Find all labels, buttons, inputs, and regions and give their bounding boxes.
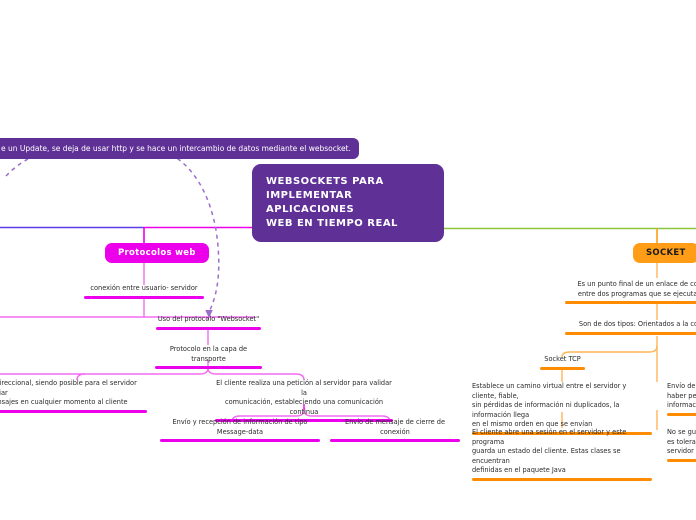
leaf-peticion-validar-line2: comunicación, estableciendo una comunica… xyxy=(224,398,384,416)
leaf-underline xyxy=(155,366,262,370)
leaf-uso-protocolo-websocket-text: Uso del protocolo "Websocket" xyxy=(157,315,260,323)
leaf-cierre-conexion[interactable]: Envío de mensaje de cierre de conexión xyxy=(330,418,460,446)
leaf-uso-protocolo-websocket[interactable]: Uso del protocolo "Websocket" xyxy=(156,315,261,334)
leaf-conexion-usuario-servidor-text: conexión entre usuario- servidor xyxy=(90,284,198,292)
leaf-underline xyxy=(667,412,696,416)
leaf-no-guarda-estado-line3: servidor uti xyxy=(667,447,696,456)
leaf-punto-final-enlace[interactable]: Es un punto final de un enlace de comuni… xyxy=(565,280,696,308)
branch-socket-label: SOCKET xyxy=(646,248,686,258)
leaf-socket-tcp[interactable]: Socket TCP xyxy=(540,355,585,374)
leaf-envio-recepcion-message-data[interactable]: Envío y recepción de información de tipo… xyxy=(160,418,320,446)
root-label-line2: IMPLEMENTAR APLICACIONES xyxy=(266,190,355,215)
leaf-protocolo-capa-transporte[interactable]: Protocolo en la capa de transporte xyxy=(155,345,262,373)
leaf-no-guarda-estado-line2: es toleranb xyxy=(667,437,696,446)
leaf-no-guarda-estado[interactable]: No se guar es toleranb servidor uti xyxy=(667,428,696,466)
root-label-line3: WEB EN TIEMPO REAL xyxy=(266,218,398,229)
leaf-camino-virtual-line1: Establece un camino virtual entre el ser… xyxy=(472,382,627,400)
leaf-underline xyxy=(540,366,585,370)
leaf-bidireccional-line2: mensajes en cualquier momento al cliente xyxy=(0,398,128,407)
mindmap-canvas: WEBSOCKETS PARA IMPLEMENTAR APLICACIONES… xyxy=(0,0,696,520)
callout-note-text: e un Update, se deja de usar http y se h… xyxy=(1,144,351,153)
leaf-underline xyxy=(156,326,261,330)
leaf-dos-tipos-text: Son de dos tipos: Orientados a la conexi… xyxy=(578,320,696,328)
leaf-sesion-estado-cliente-line3: definidas en el paquete Java xyxy=(472,466,566,475)
leaf-sesion-estado-cliente-line1: El cliente abre una sesión en el servido… xyxy=(472,428,627,446)
branch-socket[interactable]: SOCKET xyxy=(633,243,696,263)
leaf-cierre-conexion-text: Envío de mensaje de cierre de conexión xyxy=(344,418,446,436)
callout-note[interactable]: e un Update, se deja de usar http y se h… xyxy=(0,138,359,159)
leaf-envio-datagramas[interactable]: Envío de D haber perd informació xyxy=(667,382,696,420)
leaf-sesion-estado-cliente-line2: guarda un estado del cliente. Estas clas… xyxy=(472,447,621,465)
leaf-underline xyxy=(0,409,147,413)
leaf-envio-datagramas-line3: informació xyxy=(667,401,696,410)
leaf-socket-tcp-text: Socket TCP xyxy=(544,355,581,363)
leaf-protocolo-capa-transporte-text: Protocolo en la capa de transporte xyxy=(169,345,248,363)
leaf-sesion-estado-cliente[interactable]: El cliente abre una sesión en el servido… xyxy=(472,428,652,485)
leaf-peticion-validar-line1: El cliente realiza una petición al servi… xyxy=(216,379,392,397)
leaf-no-guarda-estado-line1: No se guar xyxy=(667,428,696,436)
leaf-underline xyxy=(565,301,696,305)
branch-protocolos-web-label: Protocolos web xyxy=(118,248,196,258)
leaf-underline xyxy=(84,295,204,299)
leaf-conexion-usuario-servidor[interactable]: conexión entre usuario- servidor xyxy=(84,284,204,303)
leaf-envio-recepcion-message-data-text: Envío y recepción de información de tipo… xyxy=(172,418,308,436)
branch-protocolos-web[interactable]: Protocolos web xyxy=(105,243,209,263)
leaf-underline xyxy=(160,439,320,443)
leaf-underline xyxy=(565,331,696,335)
root-label-line1: WEBSOCKETS PARA xyxy=(266,176,384,187)
leaf-punto-final-enlace-line2: entre dos programas que se ejecutan a tr… xyxy=(577,289,696,298)
leaf-underline xyxy=(667,458,696,462)
leaf-camino-virtual-line2: sin pérdidas de información ni duplicado… xyxy=(472,401,620,419)
leaf-envio-datagramas-line2: haber perd xyxy=(667,391,696,400)
leaf-underline xyxy=(472,477,652,481)
leaf-underline xyxy=(330,439,460,443)
leaf-dos-tipos[interactable]: Son de dos tipos: Orientados a la conexi… xyxy=(565,320,696,339)
leaf-punto-final-enlace-line1: Es un punto final de un enlace de comuni… xyxy=(577,280,696,288)
leaf-bidireccional[interactable]: bi-direccional, siendo posible para el s… xyxy=(0,379,147,417)
leaf-bidireccional-line1: bi-direccional, siendo posible para el s… xyxy=(0,379,137,397)
root-node[interactable]: WEBSOCKETS PARA IMPLEMENTAR APLICACIONES… xyxy=(252,164,444,242)
leaf-envio-datagramas-line1: Envío de D xyxy=(667,382,696,390)
